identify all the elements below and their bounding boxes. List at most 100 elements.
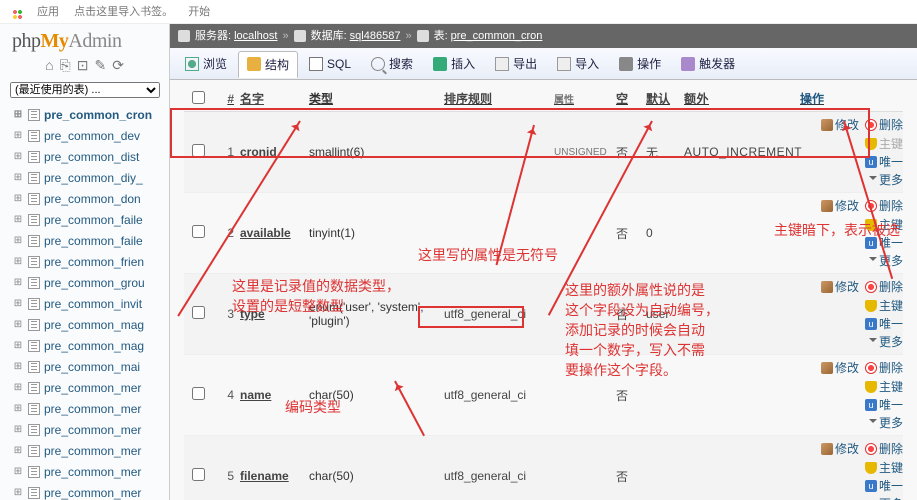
tree-table-item[interactable]: ⊞pre_common_mer [8, 440, 169, 461]
table-name: pre_common_dev [44, 129, 140, 143]
row-checkbox[interactable] [192, 468, 205, 481]
apps-label[interactable]: 应用 [37, 6, 59, 18]
expand-icon[interactable]: ⊞ [8, 277, 28, 288]
expand-icon[interactable]: ⊞ [8, 487, 28, 498]
row-checkbox[interactable] [192, 225, 205, 238]
expand-icon[interactable]: ⊞ [8, 109, 28, 120]
more-dropdown[interactable]: 更多 [868, 171, 903, 188]
tree-table-item[interactable]: ⊞ pre_common_invit [8, 293, 169, 314]
sidebar-nav-icon[interactable]: ⊡ [77, 57, 89, 73]
expand-icon[interactable]: ⊞ [8, 151, 28, 162]
delete-button[interactable]: 删除 [865, 359, 903, 376]
col-name[interactable]: available [234, 226, 309, 240]
unique-button[interactable]: u唯一 [865, 153, 903, 170]
tree-table-item[interactable]: ⊞pre_common_mer [8, 377, 169, 398]
tab-export[interactable]: 导出 [486, 50, 546, 77]
edit-button[interactable]: 修改 [821, 116, 859, 133]
tree-table-item[interactable]: ⊞pre_common_mer [8, 398, 169, 419]
primary-key-button[interactable]: 主键 [865, 135, 903, 152]
col-name[interactable]: type [234, 307, 309, 321]
delete-button[interactable]: 删除 [865, 440, 903, 457]
tree-table-item[interactable]: ⊞pre_common_diy_ [8, 167, 169, 188]
sidebar-nav-icon[interactable]: ⟳ [112, 57, 124, 73]
tree-table-item[interactable]: ⊞pre_common_frien [8, 251, 169, 272]
import-hint[interactable]: 点击这里导入书签。 [74, 6, 173, 18]
unique-button[interactable]: u唯一 [865, 234, 903, 251]
row-checkbox[interactable] [192, 306, 205, 319]
edit-button[interactable]: 修改 [821, 440, 859, 457]
tree-table-item[interactable]: ⊞pre_common_mai [8, 356, 169, 377]
expand-icon[interactable]: ⊞ [8, 445, 28, 456]
tree-table-item[interactable]: ⊞pre_common_cron [8, 104, 169, 125]
primary-key-button[interactable]: 主键 [865, 459, 903, 476]
more-dropdown[interactable]: 更多 [868, 333, 903, 350]
row-checkbox[interactable] [192, 144, 205, 157]
crumb-server[interactable]: localhost [234, 24, 277, 48]
crumb-table[interactable]: pre_common_cron [451, 24, 543, 48]
more-dropdown[interactable]: 更多 [868, 495, 903, 500]
sidebar-nav-icon[interactable]: ⎘ [60, 57, 71, 73]
tabs: 浏览 结构 SQL 搜索 插入 导出 导入 操作 触发器 [170, 48, 917, 80]
primary-key-button[interactable]: 主键 [865, 297, 903, 314]
tab-browse[interactable]: 浏览 [176, 50, 236, 77]
apps-icon[interactable] [8, 5, 22, 19]
recent-tables-select[interactable]: (最近使用的表) ... [10, 82, 160, 98]
delete-button[interactable]: 删除 [865, 116, 903, 133]
expand-icon[interactable]: ⊞ [8, 298, 28, 309]
table-icon [28, 256, 40, 268]
expand-icon[interactable]: ⊞ [8, 340, 28, 351]
tree-table-item[interactable]: ⊞ pre_common_dev [8, 125, 169, 146]
tree-table-item[interactable]: ⊞pre_common_grou [8, 272, 169, 293]
sidebar-nav-icon[interactable]: ✎ [94, 57, 106, 73]
tree-table-item[interactable]: ⊞pre_common_faile [8, 230, 169, 251]
unique-button[interactable]: u唯一 [865, 315, 903, 332]
tree-table-item[interactable]: ⊞pre_common_mag [8, 335, 169, 356]
expand-icon[interactable]: ⊞ [8, 424, 28, 435]
tab-insert[interactable]: 插入 [424, 50, 484, 77]
tab-search[interactable]: 搜索 [362, 50, 422, 77]
unique-button[interactable]: u唯一 [865, 477, 903, 494]
expand-icon[interactable]: ⊞ [8, 382, 28, 393]
col-name[interactable]: name [234, 388, 309, 402]
tab-sql[interactable]: SQL [300, 52, 360, 76]
edit-button[interactable]: 修改 [821, 197, 859, 214]
tree-table-item[interactable]: ⊞pre_common_mer [8, 482, 169, 500]
edit-button[interactable]: 修改 [821, 278, 859, 295]
primary-key-button[interactable]: 主键 [865, 216, 903, 233]
edit-button[interactable]: 修改 [821, 359, 859, 376]
start-link[interactable]: 开始 [188, 6, 210, 18]
expand-icon[interactable]: ⊞ [8, 256, 28, 267]
expand-icon[interactable]: ⊞ [8, 466, 28, 477]
primary-key-button[interactable]: 主键 [865, 378, 903, 395]
expand-icon[interactable]: ⊞ [8, 214, 28, 225]
table-name: pre_common_invit [44, 297, 142, 311]
delete-button[interactable]: 删除 [865, 197, 903, 214]
tree-table-item[interactable]: ⊞pre_common_dist [8, 146, 169, 167]
expand-icon[interactable]: ⊞ [8, 361, 28, 372]
expand-icon[interactable]: ⊞ [8, 193, 28, 204]
tab-operations[interactable]: 操作 [610, 50, 670, 77]
col-name[interactable]: cronid [234, 145, 309, 159]
expand-icon[interactable]: ⊞ [8, 172, 28, 183]
expand-icon[interactable]: ⊞ [8, 403, 28, 414]
expand-icon[interactable]: ⊞ [8, 235, 28, 246]
expand-icon[interactable]: ⊞ [8, 130, 28, 141]
tree-table-item[interactable]: ⊞pre_common_don [8, 188, 169, 209]
more-dropdown[interactable]: 更多 [868, 414, 903, 431]
tab-import[interactable]: 导入 [548, 50, 608, 77]
more-dropdown[interactable]: 更多 [868, 252, 903, 269]
expand-icon[interactable]: ⊞ [8, 319, 28, 330]
tab-triggers[interactable]: 触发器 [672, 50, 744, 77]
tree-table-item[interactable]: ⊞pre_common_mer [8, 419, 169, 440]
tree-table-item[interactable]: ⊞pre_common_mag [8, 314, 169, 335]
tree-table-item[interactable]: ⊞pre_common_mer [8, 461, 169, 482]
tab-structure[interactable]: 结构 [238, 51, 298, 78]
row-checkbox[interactable] [192, 387, 205, 400]
sidebar-nav-icon[interactable]: ⌂ [45, 57, 53, 73]
crumb-db[interactable]: sql486587 [350, 24, 401, 48]
tree-table-item[interactable]: ⊞pre_common_faile [8, 209, 169, 230]
delete-button[interactable]: 删除 [865, 278, 903, 295]
col-name[interactable]: filename [234, 469, 309, 483]
check-all[interactable] [192, 91, 205, 104]
unique-button[interactable]: u唯一 [865, 396, 903, 413]
